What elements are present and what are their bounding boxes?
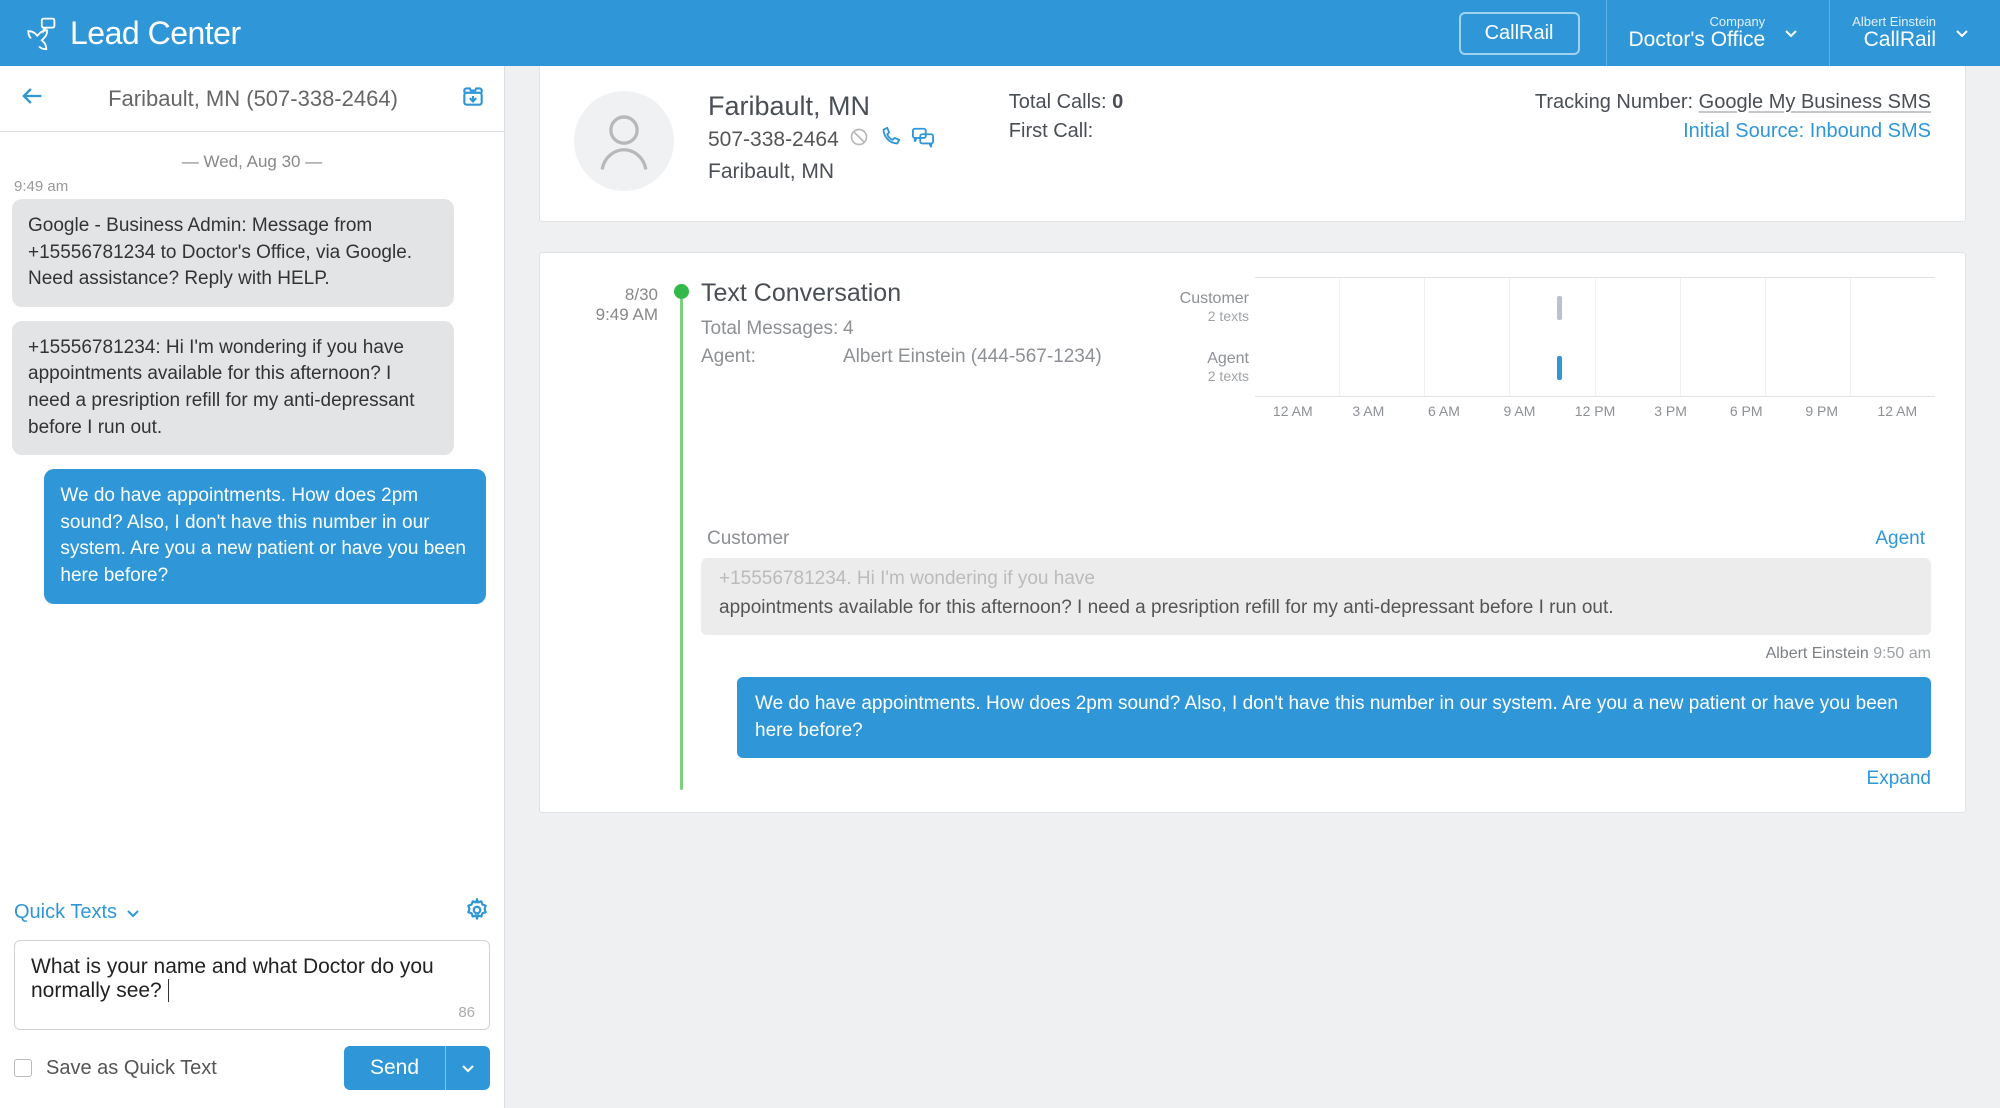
- company-label: Company: [1629, 14, 1766, 29]
- avatar: [574, 91, 674, 191]
- date-separator: — Wed, Aug 30 —: [12, 152, 492, 172]
- quick-texts-link[interactable]: Quick Texts: [14, 901, 141, 924]
- gear-icon: [464, 897, 490, 923]
- back-button[interactable]: [18, 82, 46, 115]
- person-icon: [589, 106, 659, 176]
- lead-summary-card: Faribault, MN 507-338-2464 Faribault, MN…: [539, 66, 1966, 222]
- message-list: — Wed, Aug 30 — 9:49 am Google - Busines…: [0, 132, 504, 887]
- app-header: Lead Center CallRail Company Doctor's Of…: [0, 0, 2000, 66]
- tracking-number-link[interactable]: Google My Business SMS: [1699, 91, 1931, 113]
- message-timestamp: 9:49 am: [14, 178, 492, 195]
- user-name: Albert Einstein: [1852, 14, 1936, 29]
- conversation-title: Faribault, MN (507-338-2464): [46, 86, 460, 112]
- details-panel: Faribault, MN 507-338-2464 Faribault, MN…: [505, 66, 2000, 1108]
- total-calls-value: 0: [1112, 91, 1123, 113]
- tab-agent[interactable]: Agent: [1875, 528, 1925, 550]
- leadcenter-icon: [22, 15, 58, 51]
- send-dropdown[interactable]: [445, 1046, 490, 1090]
- expand-link[interactable]: Expand: [701, 768, 1931, 790]
- message-outbound: We do have appointments. How does 2pm so…: [44, 469, 486, 603]
- message-inbound: +15556781234: Hi I'm wondering if you ha…: [12, 321, 454, 455]
- callrail-button[interactable]: CallRail: [1459, 12, 1580, 55]
- timeline-dot: [674, 284, 689, 299]
- block-icon[interactable]: [849, 127, 869, 153]
- timeline-line: [680, 285, 683, 790]
- timeline-time: 9:49 AM: [574, 305, 658, 325]
- lead-location: Faribault, MN: [708, 160, 935, 184]
- thread-message-outbound: We do have appointments. How does 2pm so…: [737, 677, 1931, 758]
- total-messages-value: 4: [843, 318, 854, 340]
- send-button[interactable]: Send: [344, 1046, 445, 1090]
- chevron-down-icon: [1954, 25, 1970, 41]
- company-value: Doctor's Office: [1629, 28, 1766, 52]
- user-org: CallRail: [1852, 28, 1936, 52]
- brand-title: Lead Center: [70, 15, 241, 52]
- initial-source-link[interactable]: Inbound SMS: [1810, 120, 1931, 142]
- thread-message-meta: Albert Einstein 9:50 am: [701, 645, 1931, 663]
- timeline-date: 8/30: [574, 285, 658, 305]
- conversation-panel: Faribault, MN (507-338-2464) — Wed, Aug …: [0, 66, 505, 1108]
- company-dropdown[interactable]: Company Doctor's Office: [1606, 0, 1830, 66]
- conversation-card: 8/30 9:49 AM Text Conversation Total Mes…: [539, 252, 1966, 813]
- chevron-down-icon: [125, 905, 141, 921]
- thread-message-inbound: +15556781234. Hi I'm wondering if you ha…: [701, 558, 1931, 635]
- message-inbound: Google - Business Admin: Message from +1…: [12, 199, 454, 307]
- chevron-down-icon: [460, 1060, 476, 1076]
- lead-phone: 507-338-2464: [708, 128, 839, 152]
- brand: Lead Center: [0, 15, 241, 52]
- save-quick-checkbox[interactable]: [14, 1059, 32, 1077]
- user-dropdown[interactable]: Albert Einstein CallRail: [1829, 0, 2000, 66]
- archive-button[interactable]: [460, 83, 486, 114]
- chevron-down-icon: [1783, 25, 1799, 41]
- agent-value: Albert Einstein (444-567-1234): [843, 346, 1102, 368]
- tab-customer[interactable]: Customer: [707, 528, 789, 550]
- message-thread: Customer Agent +15556781234. Hi I'm wond…: [701, 528, 1931, 790]
- save-quick-label: Save as Quick Text: [46, 1057, 217, 1080]
- char-counter: 86: [458, 1004, 475, 1021]
- compose-input[interactable]: What is your name and what Doctor do you…: [14, 940, 490, 1030]
- settings-button[interactable]: [464, 897, 490, 928]
- lead-name: Faribault, MN: [708, 91, 935, 122]
- phone-icon[interactable]: [879, 126, 901, 154]
- message-icon[interactable]: [911, 126, 935, 154]
- activity-chart: Customer2 textsAgent2 texts 12 AM3 AM6 A…: [1255, 277, 1935, 419]
